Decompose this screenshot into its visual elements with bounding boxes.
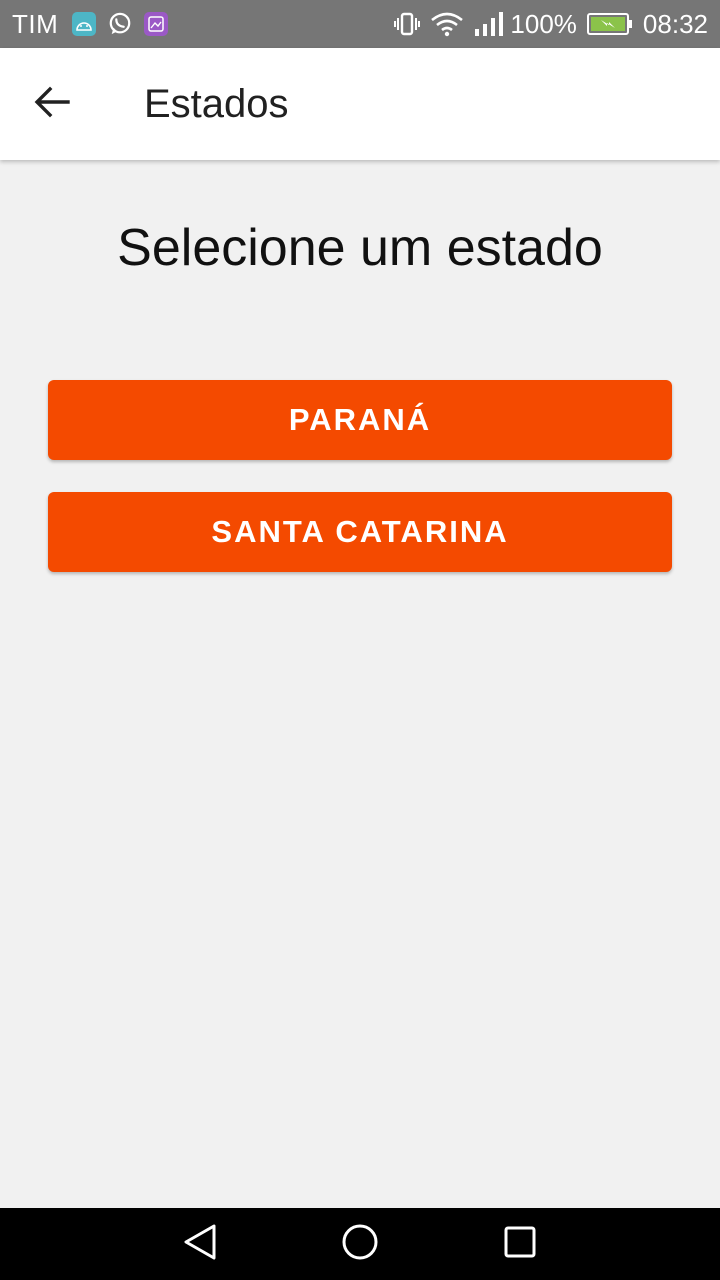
parana-button[interactable]: PARANÁ xyxy=(48,380,672,460)
nav-back-icon xyxy=(182,1223,218,1266)
wifi-icon xyxy=(430,11,464,37)
status-left: TIM xyxy=(12,9,180,40)
nav-home-button[interactable] xyxy=(320,1214,400,1274)
status-right: 100% 08:32 xyxy=(384,9,708,40)
nav-recents-button[interactable] xyxy=(480,1214,560,1274)
nav-back-button[interactable] xyxy=(160,1214,240,1274)
android-icon xyxy=(72,12,97,36)
battery-charging-icon xyxy=(586,12,633,36)
status-bar: TIM 100% 08:32 xyxy=(0,0,720,48)
gallery-icon xyxy=(144,12,169,36)
clock: 08:32 xyxy=(642,8,708,39)
whatsapp-icon xyxy=(108,12,132,36)
signal-icon xyxy=(474,11,504,37)
nav-bar xyxy=(0,1208,720,1280)
santa-catarina-button[interactable]: SANTA CATARINA xyxy=(48,492,672,572)
select-state-prompt: Selecione um estado xyxy=(117,219,603,277)
arrow-back-icon xyxy=(34,86,70,123)
battery-percent: 100% xyxy=(510,8,577,39)
page-title: Estados xyxy=(144,81,289,126)
nav-home-icon xyxy=(341,1223,379,1266)
nav-recents-icon xyxy=(503,1225,537,1264)
carrier-name: TIM xyxy=(12,8,59,39)
app-bar: Estados xyxy=(0,48,720,160)
back-button[interactable] xyxy=(22,74,82,134)
screen: TIM 100% 08:32 Estados Selecione um esta… xyxy=(0,0,720,1280)
main-content: Selecione um estado PARANÁ SANTA CATARIN… xyxy=(0,160,720,1208)
vibrate-icon xyxy=(394,11,421,37)
